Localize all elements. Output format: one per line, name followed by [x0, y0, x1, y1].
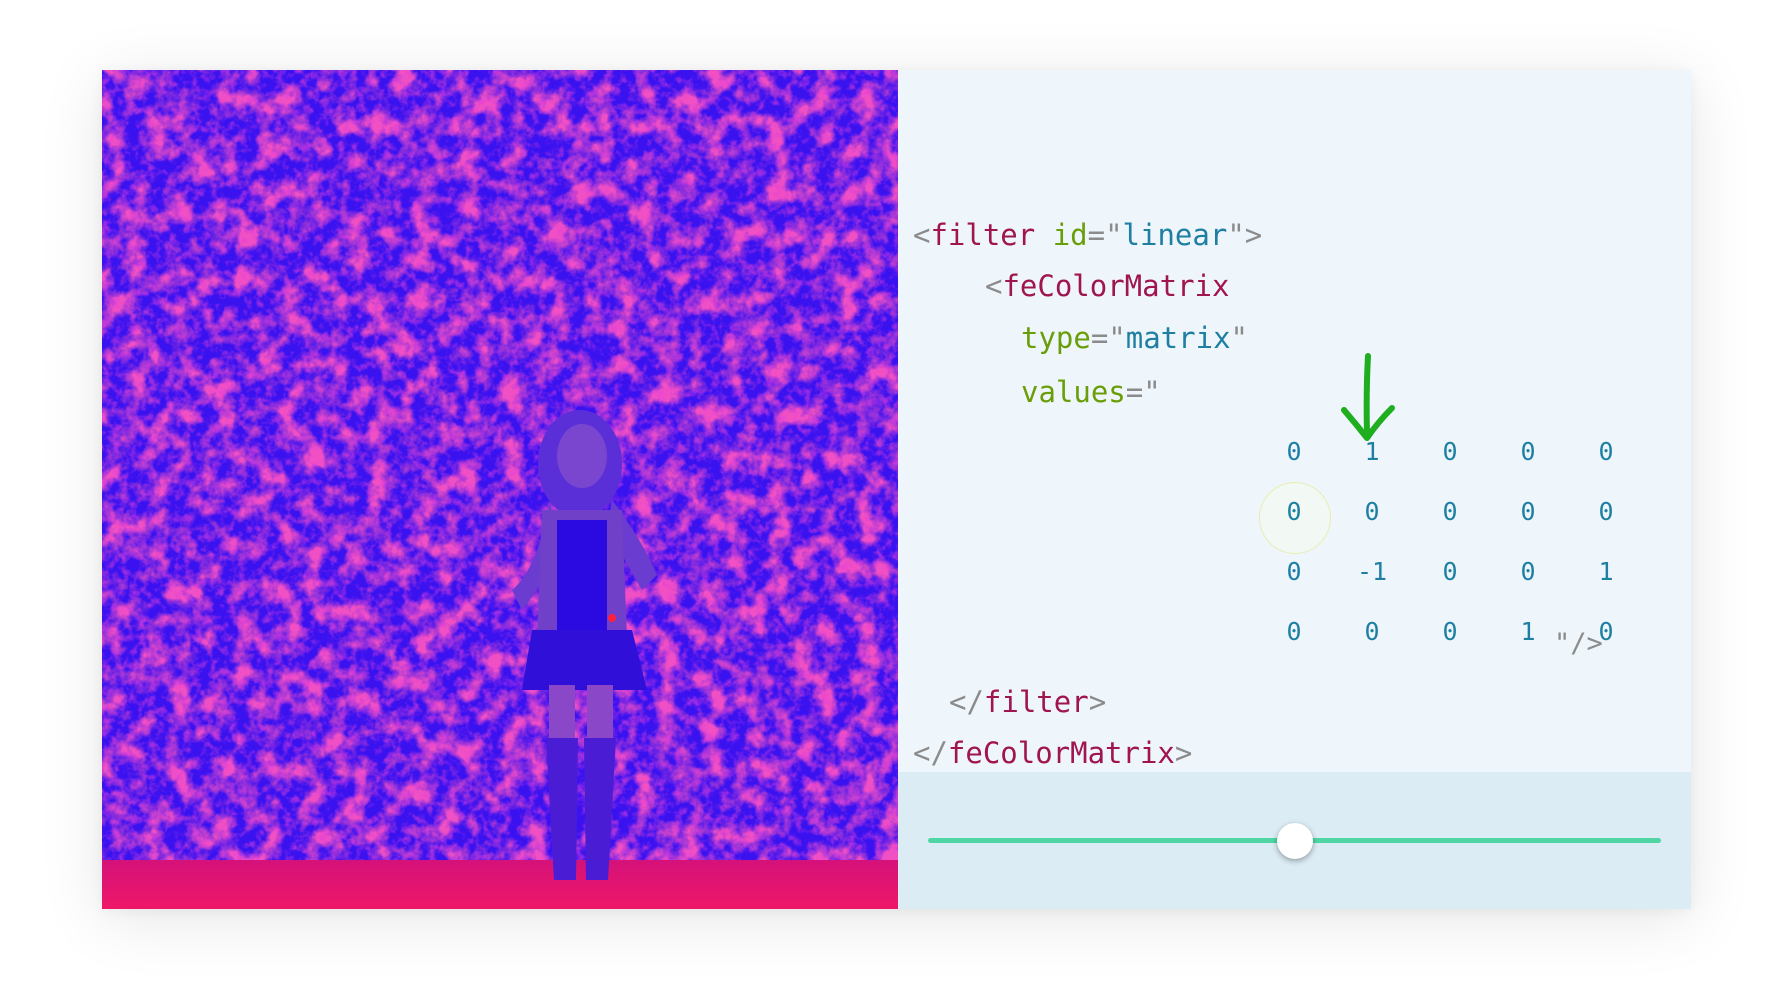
matrix-cell[interactable]: 0 [1337, 617, 1407, 647]
filtered-photo [102, 70, 898, 909]
attr-value: matrix [1125, 321, 1231, 355]
code-panel: <filter id="linear"> <feColorMatrix type… [898, 70, 1691, 772]
tag-name: feColorMatrix [947, 736, 1175, 770]
punct: =" [1087, 218, 1123, 252]
matrix-cell[interactable]: 0 [1259, 557, 1329, 587]
matrix-end: "/> [1554, 628, 1603, 659]
punct: =" [1090, 321, 1126, 355]
matrix-cell[interactable]: 0 [1493, 497, 1563, 527]
matrix-cell[interactable]: 0 [1493, 437, 1563, 467]
matrix-cell[interactable]: 0 [1571, 437, 1641, 467]
punct: > [1088, 685, 1107, 719]
values-attribute: values=" [1021, 375, 1161, 409]
tag-name: feColorMatrix [1002, 269, 1230, 303]
matrix-cell[interactable]: 0 [1337, 497, 1407, 527]
attr-name: values [1021, 375, 1126, 409]
fecolormatrix-close-tag: </feColorMatrix> [913, 736, 1192, 770]
punct: > [1174, 736, 1193, 770]
filter-open-tag: <filter id="linear"> [913, 218, 1262, 252]
punct: < [985, 269, 1003, 303]
punct: </ [913, 736, 948, 770]
matrix-cell[interactable]: 0 [1493, 557, 1563, 587]
attr-value: linear [1122, 218, 1228, 252]
fecolormatrix-open-tag: <feColorMatrix [985, 269, 1229, 303]
matrix-cell[interactable]: 1 [1571, 557, 1641, 587]
matrix-cell[interactable]: 0 [1259, 497, 1329, 527]
demo-card: <filter id="linear"> <feColorMatrix type… [102, 70, 1691, 909]
matrix-cell[interactable]: 0 [1415, 437, 1485, 467]
attr-name: type [1021, 321, 1091, 355]
tag-name: filter [930, 218, 1036, 252]
matrix-cell[interactable]: 0 [1415, 617, 1485, 647]
matrix-cell[interactable]: -1 [1337, 557, 1407, 587]
punct: =" [1125, 375, 1161, 409]
punct: " [1230, 321, 1248, 355]
matrix-cell[interactable]: 0 [1571, 497, 1641, 527]
slider-panel [898, 772, 1691, 909]
matrix-cell[interactable]: 1 [1493, 617, 1563, 647]
slider-thumb[interactable] [1276, 823, 1313, 859]
attr-name: id [1052, 218, 1088, 252]
matrix-cell[interactable]: 0 [1259, 617, 1329, 647]
filter-close-tag: </filter> [949, 685, 1106, 719]
punct: </ [949, 685, 984, 719]
matrix-cell[interactable]: 0 [1259, 437, 1329, 467]
type-attribute: type="matrix" [1021, 321, 1248, 355]
matrix-cell[interactable]: 0 [1415, 557, 1485, 587]
punct: < [913, 218, 931, 252]
tag-name: filter [983, 685, 1089, 719]
punct: "> [1227, 218, 1263, 252]
matrix-cell[interactable]: 0 [1415, 497, 1485, 527]
arrow-down-icon [1341, 353, 1395, 441]
